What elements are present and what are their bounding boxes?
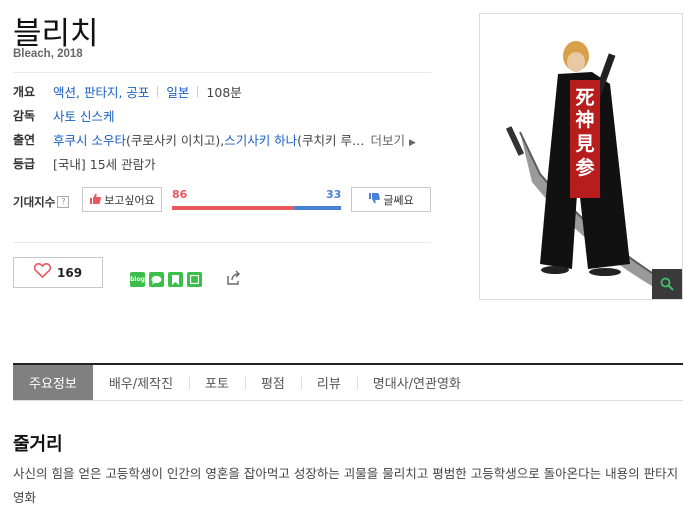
tab-cast-crew[interactable]: 배우/제작진 <box>93 365 189 400</box>
cast-label: 출연 <box>13 133 36 147</box>
runtime: 108분 <box>206 85 242 100</box>
cast-link-2[interactable]: 스기사키 하나 <box>224 130 297 149</box>
rating-label: 등급 <box>13 157 36 171</box>
want-to-see-label: 보고싶어요 <box>104 193 155 207</box>
memo-icon[interactable] <box>187 272 202 287</box>
director-label: 감독 <box>13 109 36 123</box>
genre-link[interactable]: 액션, 판타지, 공포 <box>53 82 149 101</box>
not-sure-button[interactable]: 글쎄요 <box>351 187 431 212</box>
chevron-right-icon: ▶ <box>409 138 416 148</box>
zoom-button[interactable] <box>652 269 682 299</box>
separator <box>157 86 159 97</box>
director-link[interactable]: 사토 신스케 <box>53 106 114 125</box>
more-label: 더보기 <box>370 133 406 148</box>
expect-label-text: 기대지수 <box>13 195 56 209</box>
synopsis-title: 줄거리 <box>13 434 63 455</box>
search-icon <box>660 277 674 291</box>
talk-icon[interactable] <box>149 272 164 287</box>
thumbs-down-icon <box>368 192 381 207</box>
divider <box>13 242 431 243</box>
bookmark-icon[interactable] <box>168 272 183 287</box>
expect-ratio-bar <box>172 206 341 210</box>
heart-icon <box>33 262 52 283</box>
svg-text:死: 死 <box>575 87 594 109</box>
tab-quotes-related[interactable]: 명대사/연관영화 <box>356 365 477 400</box>
like-count: 169 <box>57 265 83 280</box>
tab-main-info[interactable]: 주요정보 <box>13 365 93 400</box>
svg-text:神: 神 <box>575 108 594 131</box>
cast-row: 출연 후쿠시 소우타 (쿠로사키 이치고), 스기사키 하나 (쿠치키 루… 더… <box>13 130 416 149</box>
share-icons: blog <box>130 272 202 287</box>
country-link[interactable]: 일본 <box>166 82 189 101</box>
help-icon[interactable]: ? <box>57 196 70 208</box>
movie-title: 블리치 <box>13 16 99 52</box>
not-sure-label: 글쎄요 <box>383 193 414 207</box>
want-ratio-fill <box>172 206 294 210</box>
cast-more-link[interactable]: 더보기 ▶ <box>371 130 416 149</box>
movie-original-title: Bleach, 2018 <box>13 48 83 60</box>
rating-value: 15세 관람가 <box>89 157 156 172</box>
poster-image: 死 神 見 参 <box>480 14 682 299</box>
tab-rating[interactable]: 평점 <box>244 365 301 400</box>
overview-label: 개요 <box>13 85 36 99</box>
rating-row: 등급 [국내] 15세 관람가 <box>13 154 156 173</box>
tab-bar: 주요정보 배우/제작진 포토 평점 리뷰 명대사/연관영화 <box>13 363 683 401</box>
cast-link-1[interactable]: 후쿠시 소우타 <box>53 130 126 149</box>
tab-photo[interactable]: 포토 <box>189 365 245 400</box>
movie-poster[interactable]: 死 神 見 参 <box>479 13 683 300</box>
overview-row: 개요 액션, 판타지, 공포 일본 108분 <box>13 82 242 101</box>
svg-text:参: 参 <box>575 156 594 179</box>
director-row: 감독 사토 신스케 <box>13 106 114 125</box>
separator <box>197 86 199 97</box>
tab-review[interactable]: 리뷰 <box>300 365 357 400</box>
want-to-see-button[interactable]: 보고싶어요 <box>82 187 162 212</box>
divider <box>13 72 431 73</box>
svg-text:見: 見 <box>575 133 594 155</box>
want-count: 86 <box>172 188 188 201</box>
synopsis-text: 사신의 힘을 얻은 고등학생이 인간의 영혼을 잡아먹고 성장하는 괴물을 물리… <box>13 466 679 505</box>
like-button[interactable]: 169 <box>13 257 103 288</box>
bad-ratio-fill <box>293 206 341 210</box>
thumbs-up-icon <box>89 193 102 207</box>
share-icon[interactable] <box>226 270 242 286</box>
blog-icon[interactable]: blog <box>130 272 145 287</box>
cast-role-2: (쿠치키 루… <box>297 133 365 148</box>
rating-region: [국내] <box>53 157 86 172</box>
cast-role-1: (쿠로사키 이치고), <box>125 133 225 148</box>
expect-label: 기대지수 ? <box>13 194 70 210</box>
bad-count: 33 <box>326 188 342 201</box>
